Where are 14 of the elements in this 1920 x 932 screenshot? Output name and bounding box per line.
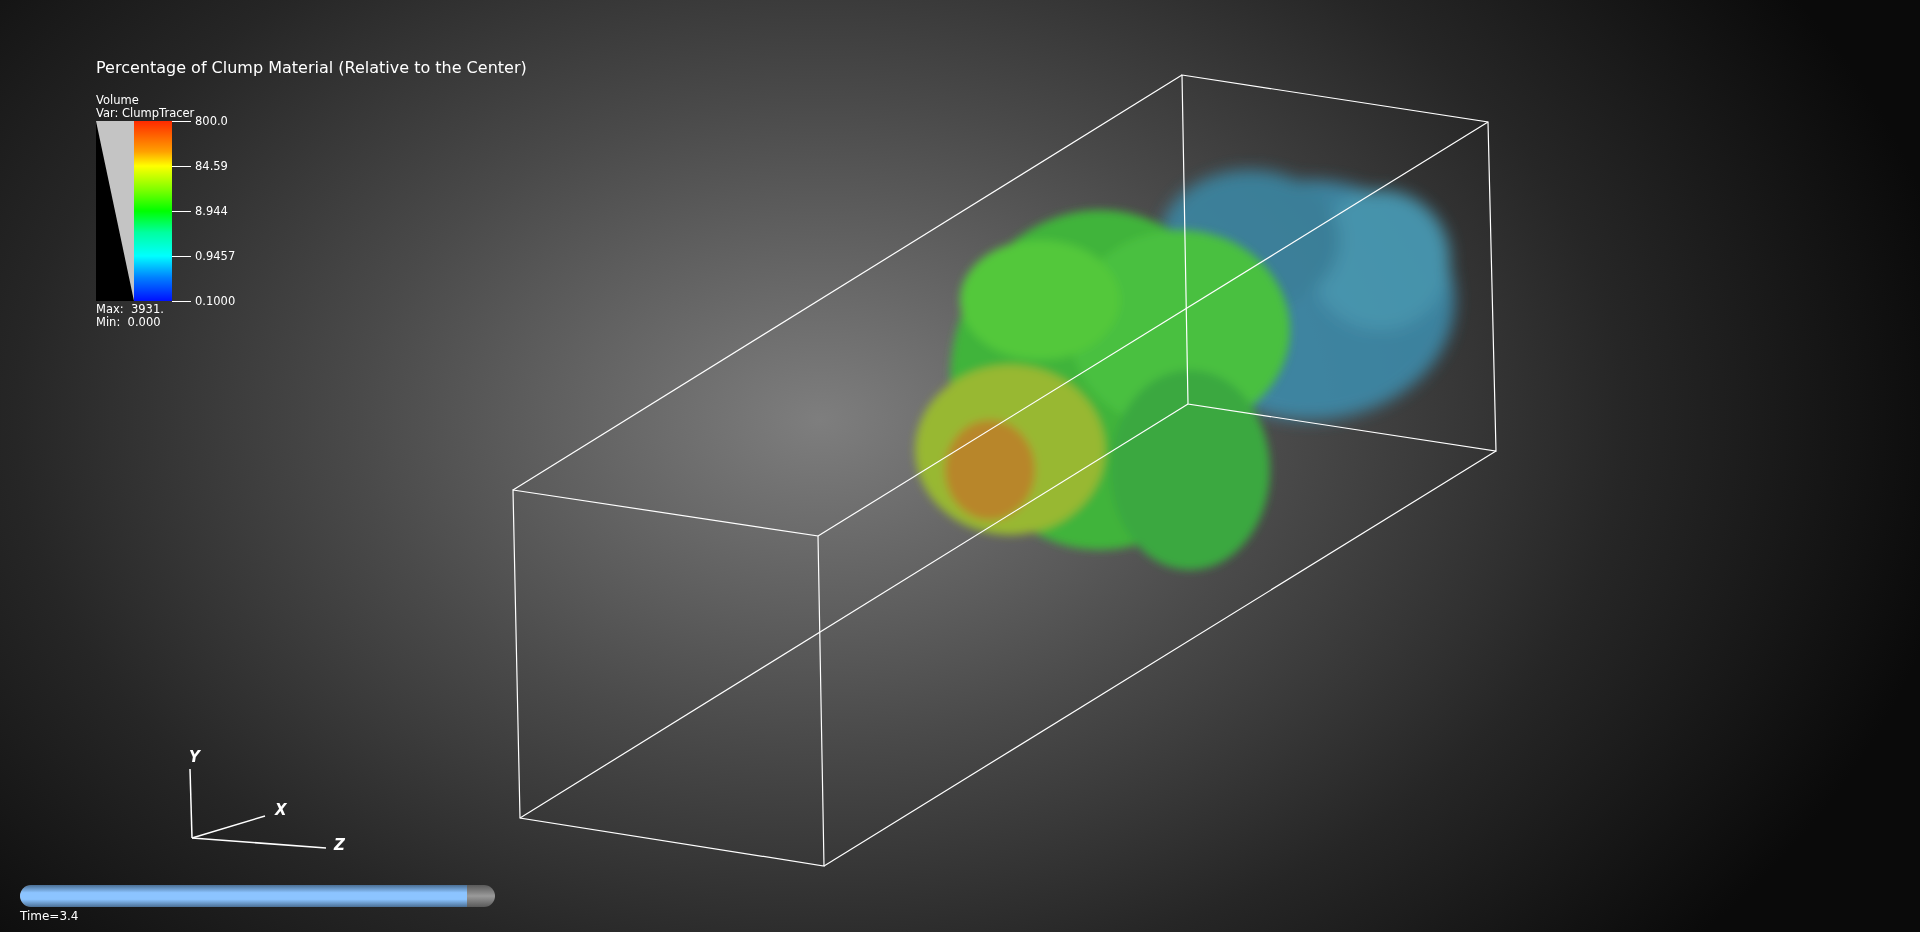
legend-plot-type: Volume [96,94,140,107]
plot-title: Percentage of Clump Material (Relative to the Center) [96,58,527,77]
x-axis-label: X [275,801,287,819]
color-bar-tick-label: 84.59 [195,159,228,173]
z-axis-label: Z [334,836,345,854]
color-bar-tick-label: 0.9457 [195,249,236,263]
legend-variable: Var: ClumpTracer [96,107,195,120]
legend-min: Min: 0.000 [96,316,162,329]
legend-max: Max: 3931. [96,303,165,316]
color-bar-tick-label: 800.0 [195,114,228,128]
color-bar-tick-label: 0.1000 [195,294,236,308]
color-bar-tick-label: 8.944 [195,204,228,218]
time-label: Time=3.4 [20,909,80,923]
y-axis-label: Y [189,748,200,766]
